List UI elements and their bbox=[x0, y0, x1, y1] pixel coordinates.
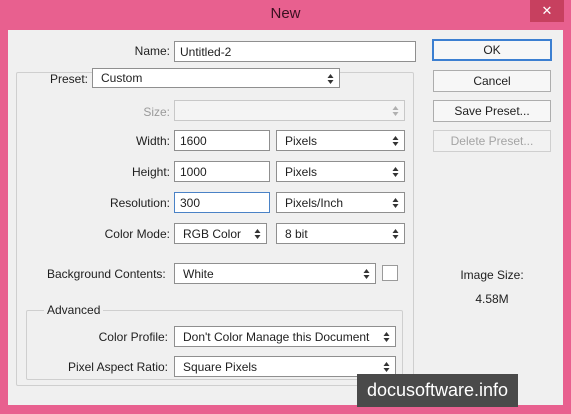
color-profile-select[interactable]: Don't Color Manage this Document bbox=[174, 326, 396, 347]
resolution-label: Resolution: bbox=[109, 196, 170, 210]
dialog-body: Name: Untitled-2 Preset: Custom Size: Wi… bbox=[8, 30, 563, 405]
updown-arrow-icon bbox=[254, 227, 261, 241]
updown-arrow-icon bbox=[392, 104, 399, 118]
preset-select[interactable]: Custom bbox=[92, 68, 340, 88]
resolution-input[interactable]: 300 bbox=[174, 192, 270, 213]
color-mode-value: RGB Color bbox=[183, 227, 242, 241]
color-profile-label: Color Profile: bbox=[98, 330, 168, 344]
color-profile-value: Don't Color Manage this Document bbox=[183, 330, 370, 344]
updown-arrow-icon bbox=[392, 196, 399, 210]
color-mode-label: Color Mode: bbox=[104, 227, 170, 241]
window-title: New bbox=[270, 5, 301, 22]
watermark: docusoftware.info bbox=[357, 374, 518, 407]
size-select bbox=[174, 100, 405, 121]
delete-preset-button: Delete Preset... bbox=[433, 130, 551, 152]
background-color-swatch[interactable] bbox=[382, 265, 398, 281]
bit-depth-select[interactable]: 8 bit bbox=[276, 223, 405, 244]
image-size-label: Image Size: bbox=[460, 268, 524, 282]
pixel-aspect-ratio-value: Square Pixels bbox=[183, 360, 258, 374]
width-unit-value: Pixels bbox=[285, 134, 318, 148]
close-button[interactable]: ✕ bbox=[530, 0, 564, 22]
cancel-button[interactable]: Cancel bbox=[433, 70, 551, 92]
height-unit-value: Pixels bbox=[285, 165, 318, 179]
width-input[interactable]: 1600 bbox=[174, 130, 270, 151]
background-contents-select[interactable]: White bbox=[174, 263, 376, 284]
height-unit-select[interactable]: Pixels bbox=[276, 161, 405, 182]
name-input[interactable]: Untitled-2 bbox=[174, 41, 416, 62]
updown-arrow-icon bbox=[327, 72, 334, 86]
preset-value: Custom bbox=[101, 71, 143, 85]
close-icon: ✕ bbox=[541, 3, 553, 18]
updown-arrow-icon bbox=[363, 267, 370, 281]
title-bar: New ✕ bbox=[0, 0, 571, 30]
preset-label: Preset: bbox=[49, 72, 88, 86]
color-mode-select[interactable]: RGB Color bbox=[174, 223, 267, 244]
pixel-aspect-ratio-label: Pixel Aspect Ratio: bbox=[67, 360, 168, 374]
save-preset-button[interactable]: Save Preset... bbox=[433, 100, 551, 122]
height-label: Height: bbox=[131, 165, 170, 179]
updown-arrow-icon bbox=[392, 227, 399, 241]
width-label: Width: bbox=[135, 134, 170, 148]
background-contents-value: White bbox=[183, 267, 214, 281]
advanced-legend: Advanced bbox=[44, 303, 104, 317]
ok-button[interactable]: OK bbox=[432, 39, 552, 61]
size-label: Size: bbox=[143, 105, 170, 119]
height-input[interactable]: 1000 bbox=[174, 161, 270, 182]
name-label: Name: bbox=[134, 44, 170, 58]
image-size-value: 4.58M bbox=[475, 292, 509, 306]
resolution-unit-value: Pixels/Inch bbox=[285, 196, 344, 210]
updown-arrow-icon bbox=[383, 360, 390, 374]
updown-arrow-icon bbox=[383, 330, 390, 344]
width-unit-select[interactable]: Pixels bbox=[276, 130, 405, 151]
updown-arrow-icon bbox=[392, 165, 399, 179]
resolution-unit-select[interactable]: Pixels/Inch bbox=[276, 192, 405, 213]
updown-arrow-icon bbox=[392, 134, 399, 148]
bit-depth-value: 8 bit bbox=[285, 227, 308, 241]
